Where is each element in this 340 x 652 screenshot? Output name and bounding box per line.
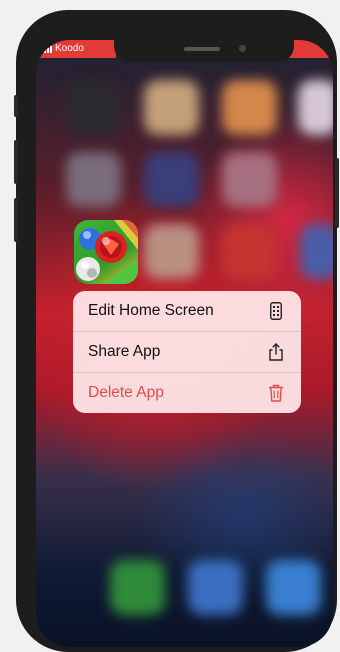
volume-down-button (14, 198, 18, 242)
menu-item-label: Delete App (88, 384, 164, 402)
marble-game-icon-art (74, 220, 138, 284)
marble-game-app-icon[interactable] (74, 220, 138, 284)
share-icon (267, 343, 285, 361)
blurred-app-icon (222, 224, 277, 279)
blurred-app-icon (144, 80, 199, 135)
silent-switch (14, 95, 18, 117)
speaker-grille (184, 47, 220, 51)
trash-icon (267, 384, 285, 402)
carrier-indicator: Koodo (44, 42, 84, 56)
menu-item-label: Share App (88, 343, 160, 361)
notch (114, 40, 294, 62)
carrier-name: Koodo (55, 42, 84, 56)
signal-icon (44, 45, 52, 53)
blurred-app-icon (300, 224, 333, 279)
blurred-app-icon (66, 152, 121, 207)
volume-up-button (14, 140, 18, 184)
blurred-app-icon (222, 80, 277, 135)
power-button (335, 158, 339, 228)
blurred-dock-icon (110, 560, 165, 615)
menu-item-label: Edit Home Screen (88, 302, 214, 320)
blurred-app-icon (144, 224, 199, 279)
status-bar-highlight: Koodo (36, 40, 116, 58)
front-camera (239, 45, 246, 52)
app-context-menu: Edit Home Screen Share App (73, 291, 301, 413)
blurred-app-icon (298, 80, 333, 135)
blurred-dock-icon (188, 560, 243, 615)
phone-frame: Koodo (16, 10, 337, 652)
share-app-menu-item[interactable]: Share App (73, 331, 301, 372)
delete-app-menu-item[interactable]: Delete App (73, 372, 301, 413)
blurred-app-icon (66, 80, 121, 135)
home-screen: Koodo (36, 40, 333, 647)
edit-home-screen-menu-item[interactable]: Edit Home Screen (73, 291, 301, 331)
blurred-app-icon (144, 152, 199, 207)
phone-apps-icon (267, 302, 285, 320)
blurred-dock-icon (266, 560, 321, 615)
blurred-app-icon (222, 152, 277, 207)
